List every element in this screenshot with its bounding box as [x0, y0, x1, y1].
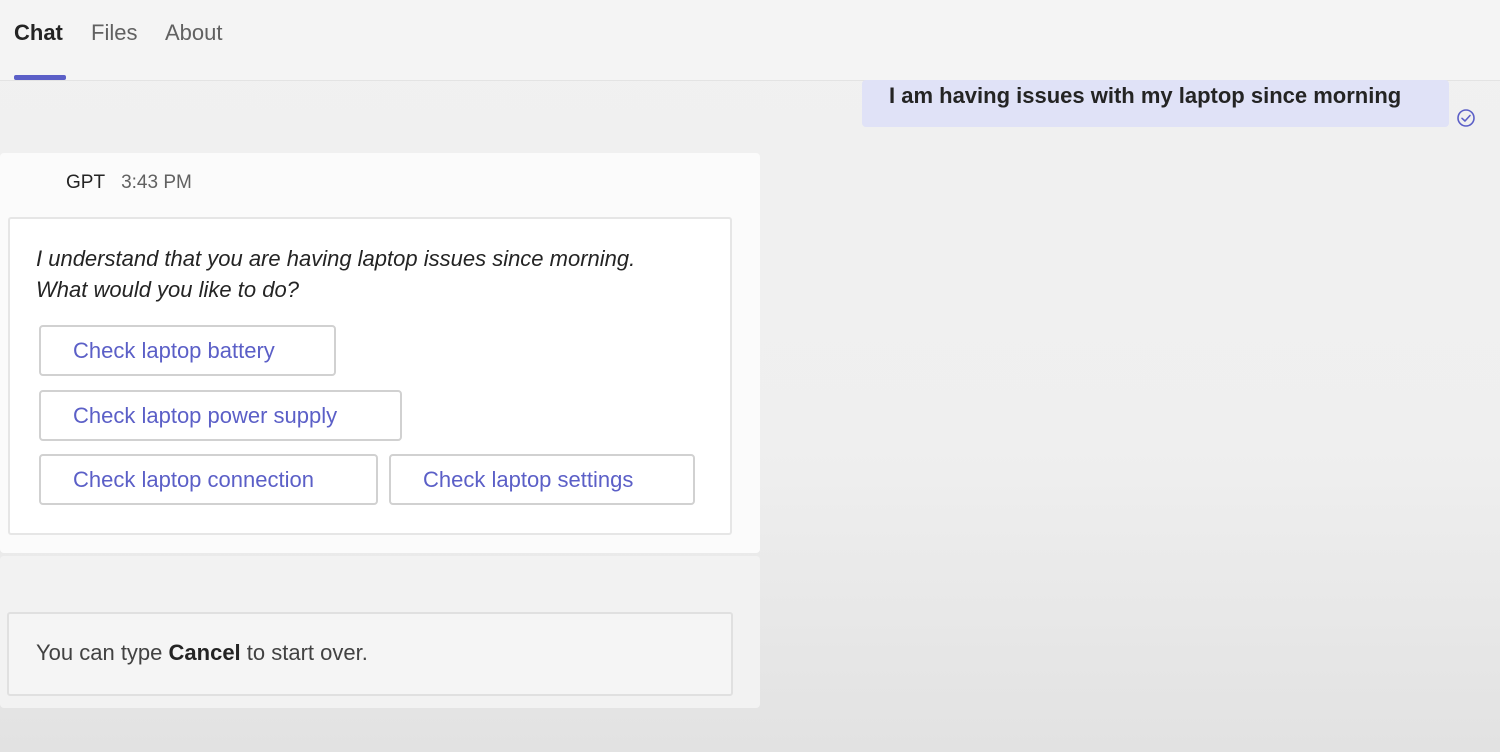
- bot-sender-name: GPT: [66, 172, 106, 193]
- tab-chat[interactable]: Chat: [14, 20, 63, 50]
- active-tab-indicator: [14, 75, 66, 80]
- adaptive-card: I understand that you are having laptop …: [8, 217, 732, 535]
- card-prompt-text: I understand that you are having laptop …: [36, 243, 716, 305]
- check-connection-button[interactable]: Check laptop connection: [39, 454, 378, 505]
- sent-check-icon: [1457, 109, 1475, 127]
- cancel-hint-suffix: to start over.: [240, 640, 368, 665]
- bot-cancel-message: You can type Cancel to start over.: [0, 556, 760, 708]
- bot-message-header: GPT 3:43 PM: [66, 172, 192, 194]
- tab-bar: Chat Files About: [0, 0, 1500, 81]
- check-battery-button[interactable]: Check laptop battery: [39, 325, 336, 376]
- bot-message: GPT 3:43 PM I understand that you are hav…: [0, 153, 760, 553]
- cancel-keyword: Cancel: [168, 640, 241, 665]
- card-prompt-line-2: What would you like to do?: [36, 277, 299, 302]
- cancel-hint-prefix: You can type: [36, 640, 169, 665]
- tab-about[interactable]: About: [165, 20, 223, 50]
- check-power-supply-button[interactable]: Check laptop power supply: [39, 390, 402, 441]
- chat-app: Chat Files About I am having issues with…: [0, 0, 1500, 752]
- tab-files[interactable]: Files: [91, 20, 137, 50]
- check-settings-button[interactable]: Check laptop settings: [389, 454, 695, 505]
- card-prompt-line-1: I understand that you are having laptop …: [36, 246, 636, 271]
- cancel-hint: You can type Cancel to start over.: [7, 612, 733, 696]
- user-message-bubble: I am having issues with my laptop since …: [862, 80, 1449, 127]
- message-timestamp: 3:43 PM: [121, 172, 192, 193]
